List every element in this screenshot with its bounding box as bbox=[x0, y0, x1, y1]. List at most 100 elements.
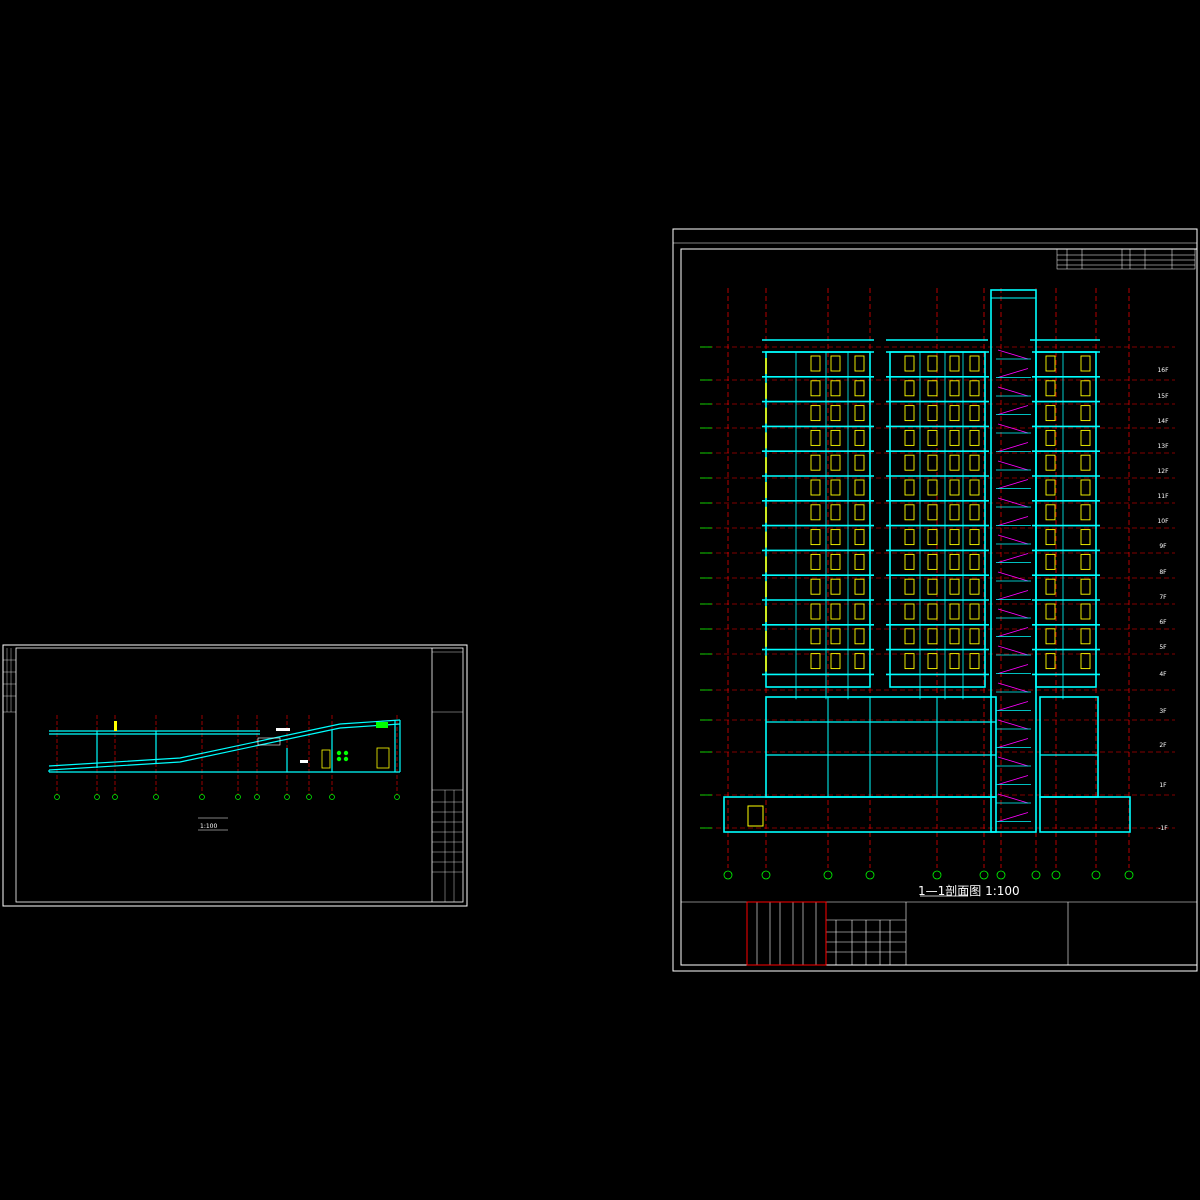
axis-bubble-10 bbox=[1124, 870, 1134, 880]
stair-flight bbox=[997, 645, 1029, 656]
stair-flight bbox=[997, 368, 1029, 378]
window bbox=[969, 603, 980, 620]
window bbox=[810, 479, 821, 496]
window bbox=[1080, 504, 1091, 521]
stair-flight bbox=[997, 571, 1029, 582]
stair-flight bbox=[997, 793, 1029, 804]
window bbox=[927, 380, 938, 397]
window bbox=[969, 653, 980, 670]
floor-label: 2F bbox=[1159, 742, 1167, 749]
floor-label: 15F bbox=[1157, 393, 1169, 400]
window bbox=[1045, 454, 1056, 471]
window bbox=[830, 429, 841, 446]
window bbox=[969, 628, 980, 645]
window bbox=[1080, 529, 1091, 546]
building-section bbox=[723, 289, 1131, 833]
small-title-block bbox=[432, 651, 463, 902]
window bbox=[830, 380, 841, 397]
window bbox=[854, 653, 865, 670]
window bbox=[927, 529, 938, 546]
floor-label: 6F bbox=[1159, 619, 1167, 626]
window bbox=[927, 355, 938, 372]
stair-flight bbox=[997, 534, 1029, 545]
window bbox=[927, 504, 938, 521]
axis-bubble-5 bbox=[979, 870, 989, 880]
window bbox=[949, 628, 960, 645]
stair-flight bbox=[997, 608, 1029, 619]
window bbox=[1045, 504, 1056, 521]
window bbox=[810, 504, 821, 521]
stair-flight bbox=[997, 701, 1029, 711]
axis-bubble-4 bbox=[932, 870, 942, 880]
small-ramp-section bbox=[48, 719, 401, 773]
window bbox=[949, 479, 960, 496]
window bbox=[1080, 429, 1091, 446]
window bbox=[969, 479, 980, 496]
window bbox=[949, 603, 960, 620]
window bbox=[1045, 653, 1056, 670]
window bbox=[969, 454, 980, 471]
window bbox=[854, 603, 865, 620]
floor-label: 16F bbox=[1157, 367, 1169, 374]
window bbox=[904, 553, 915, 570]
window bbox=[854, 479, 865, 496]
window bbox=[810, 429, 821, 446]
window bbox=[830, 553, 841, 570]
axis-bubble-3 bbox=[865, 870, 875, 880]
window bbox=[904, 454, 915, 471]
window bbox=[1045, 405, 1056, 422]
stair-flight bbox=[997, 812, 1029, 822]
window bbox=[904, 380, 915, 397]
window bbox=[810, 628, 821, 645]
window bbox=[927, 553, 938, 570]
window bbox=[830, 355, 841, 372]
window bbox=[969, 355, 980, 372]
floor-label: 9F bbox=[1159, 543, 1167, 550]
window bbox=[854, 628, 865, 645]
window bbox=[949, 454, 960, 471]
floor-label: 3F bbox=[1159, 708, 1167, 715]
window bbox=[854, 578, 865, 595]
window bbox=[927, 603, 938, 620]
window bbox=[1080, 553, 1091, 570]
window bbox=[969, 380, 980, 397]
window bbox=[1080, 628, 1091, 645]
window bbox=[1045, 553, 1056, 570]
window bbox=[830, 653, 841, 670]
window bbox=[1045, 578, 1056, 595]
stair-flight bbox=[997, 756, 1029, 767]
window bbox=[949, 578, 960, 595]
window bbox=[927, 628, 938, 645]
axis-bubble-8 bbox=[1051, 870, 1061, 880]
window bbox=[969, 405, 980, 422]
window bbox=[830, 479, 841, 496]
window bbox=[810, 578, 821, 595]
window bbox=[854, 553, 865, 570]
bottom-title-block bbox=[681, 901, 1197, 965]
window bbox=[1080, 454, 1091, 471]
window bbox=[949, 529, 960, 546]
axis-bubble-0 bbox=[723, 870, 733, 880]
stair-core bbox=[991, 297, 1036, 822]
stair-flight bbox=[997, 423, 1029, 434]
window bbox=[830, 504, 841, 521]
floor-label: -1F bbox=[1158, 825, 1168, 832]
window bbox=[927, 578, 938, 595]
section-title: 1—1剖面图 1:100 bbox=[918, 884, 1020, 898]
window bbox=[927, 479, 938, 496]
cad-canvas: 16F 15F 14F 13F 12F 11F 10F 9F 8F 7F 6F 5F 4F 3F 2F 1F -… bbox=[2, 228, 1198, 972]
stair-core-shaft bbox=[990, 289, 1037, 833]
window bbox=[904, 653, 915, 670]
floor-label: 7F bbox=[1159, 594, 1167, 601]
window bbox=[830, 454, 841, 471]
window bbox=[830, 529, 841, 546]
window bbox=[904, 628, 915, 645]
window bbox=[1080, 405, 1091, 422]
window bbox=[1080, 578, 1091, 595]
window bbox=[949, 405, 960, 422]
podium-right-block bbox=[1039, 696, 1099, 798]
axis-bubble-2 bbox=[823, 870, 833, 880]
stair-flight bbox=[997, 590, 1029, 600]
stair-flight bbox=[997, 442, 1029, 452]
floor-label: 5F bbox=[1159, 644, 1167, 651]
